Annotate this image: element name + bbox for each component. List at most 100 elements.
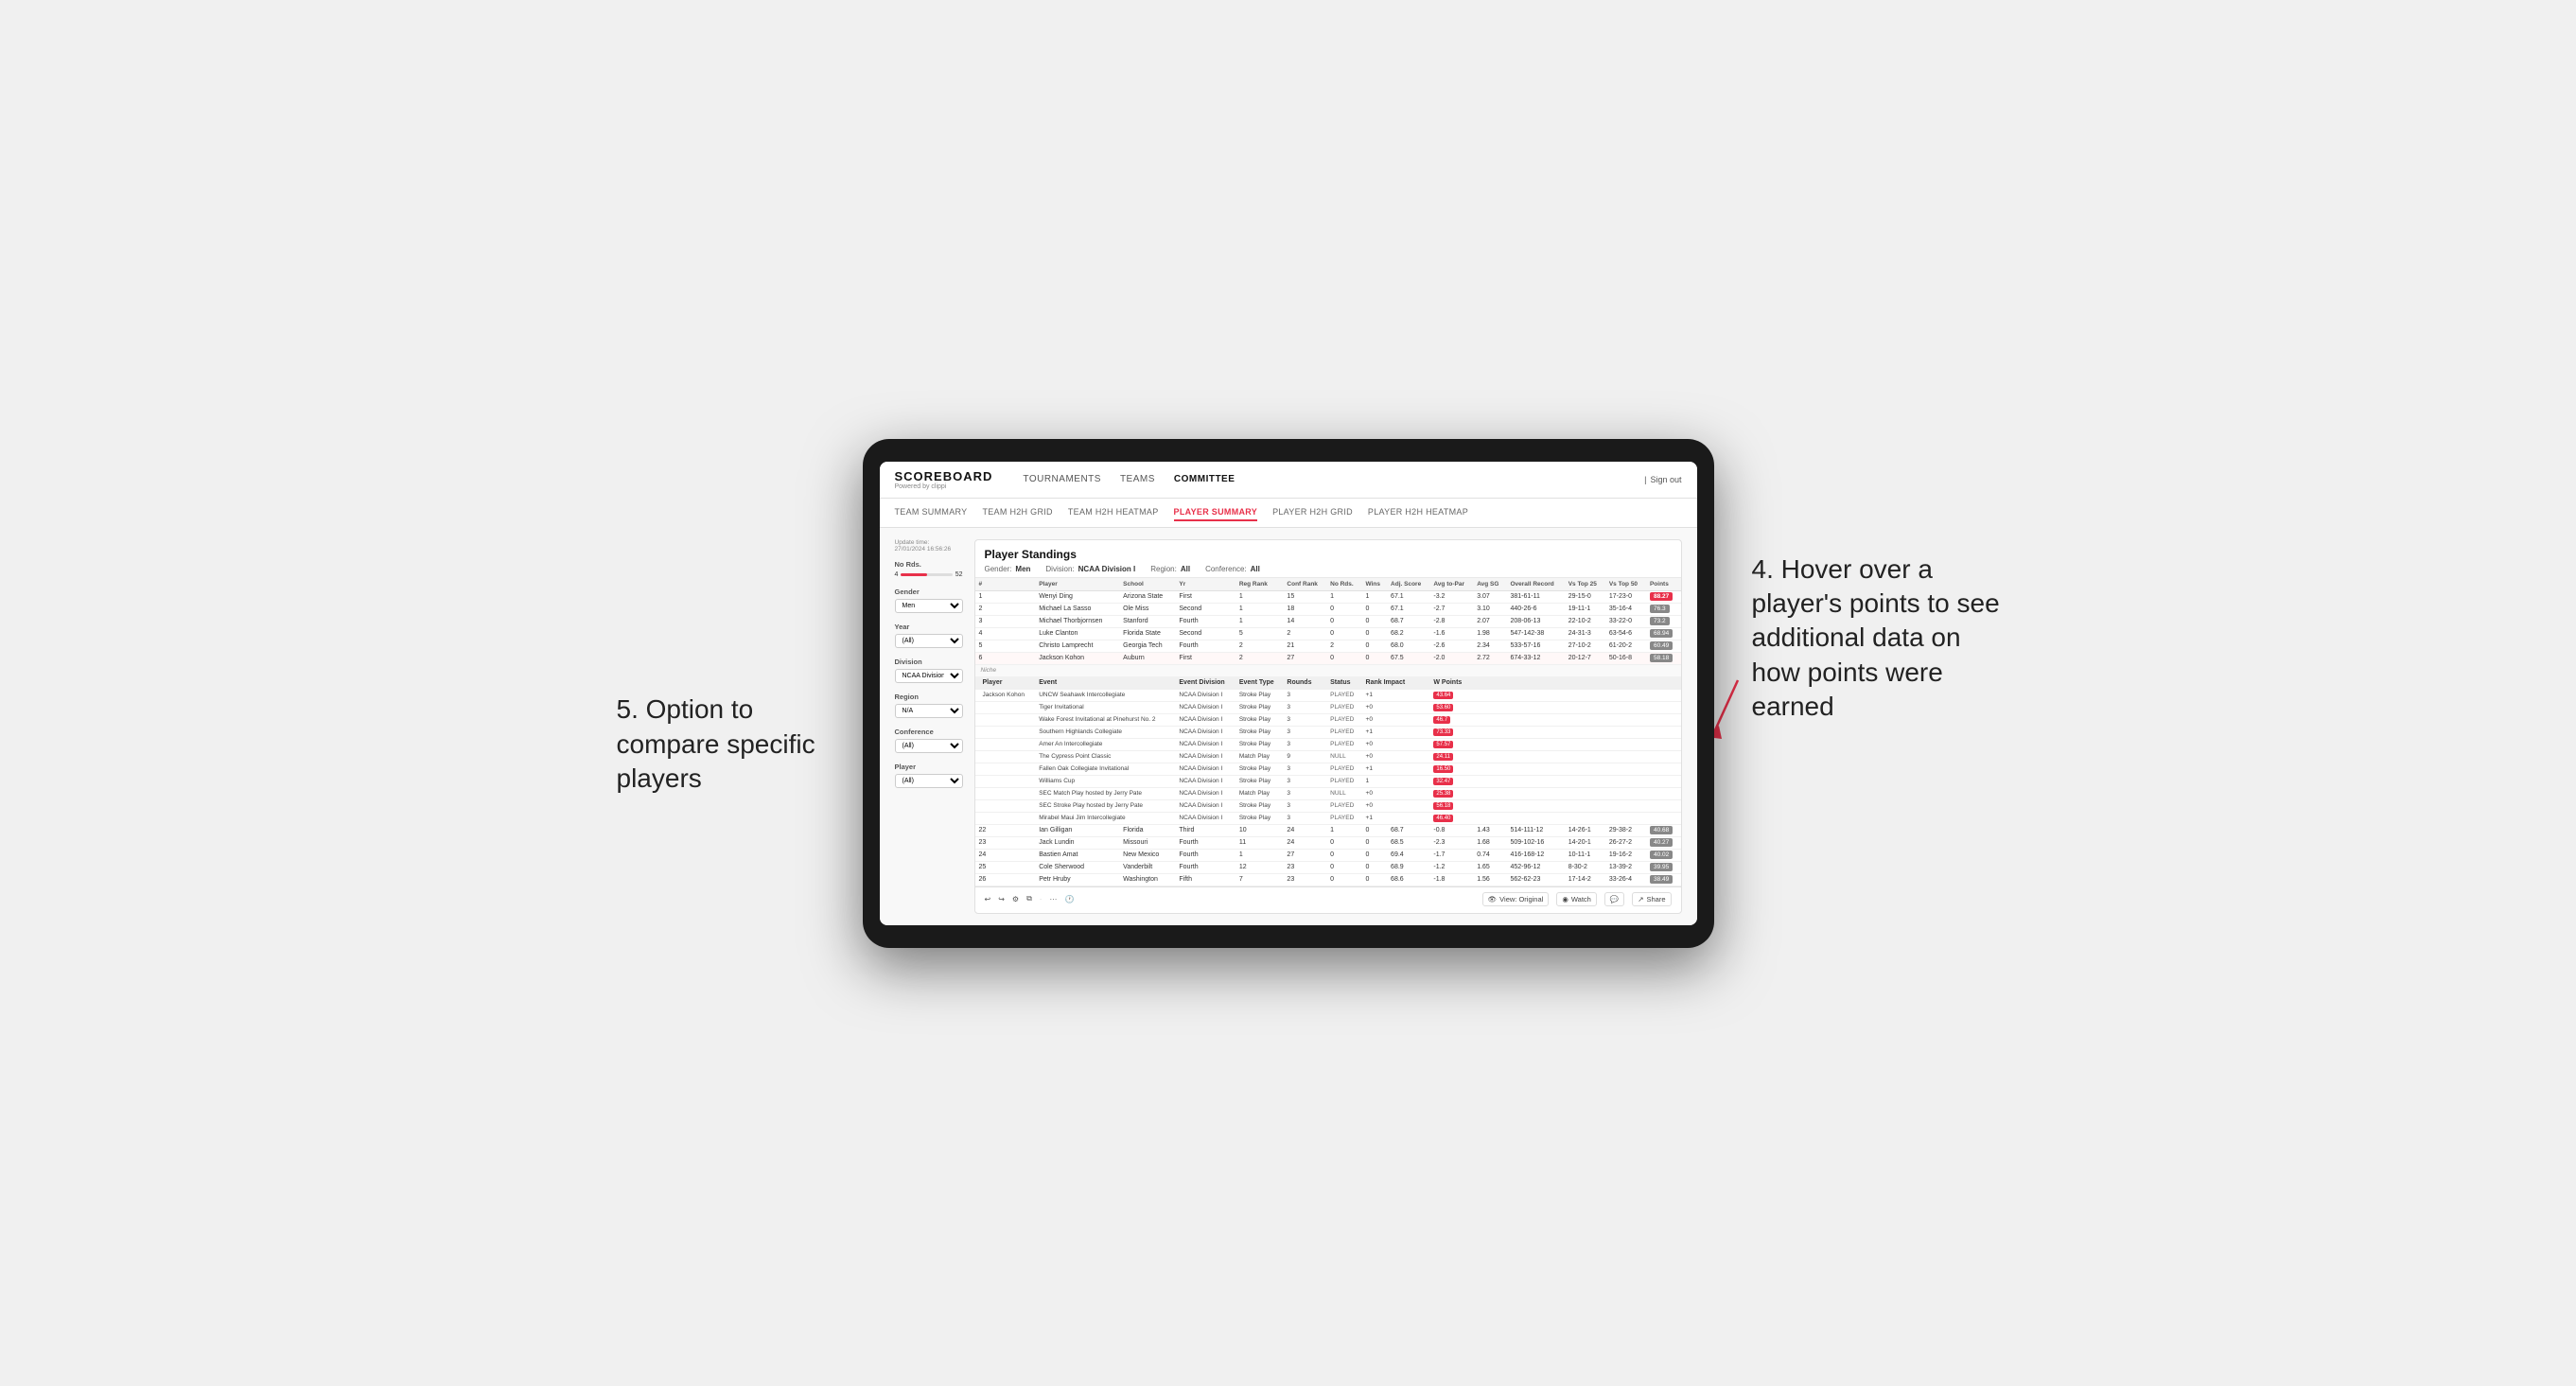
- gender-label: Gender: [895, 588, 963, 596]
- col-rank: #: [975, 578, 1036, 591]
- table-row: 23Jack LundinMissouriFourth 112400 68.5-…: [975, 836, 1681, 849]
- logo-sub: Powered by clippi: [895, 483, 993, 490]
- conf-rank-1: 15: [1283, 590, 1326, 603]
- sub-nav: TEAM SUMMARY TEAM H2H GRID TEAM H2H HEAT…: [880, 499, 1697, 528]
- nav-tournaments[interactable]: TOURNAMENTS: [1023, 472, 1101, 486]
- no-rds-label: No Rds.: [895, 560, 963, 569]
- standings-table: # Player School Yr Reg Rank Conf Rank No…: [975, 578, 1681, 886]
- annotation-bottom-left: 5. Option to compare specific players: [617, 693, 834, 796]
- reg-rank-1: 1: [1235, 590, 1284, 603]
- toolbar-copy[interactable]: ⧉: [1026, 894, 1032, 904]
- comment-icon: 💬: [1610, 895, 1619, 904]
- event-row: SEC Stroke Play hosted by Jerry Pate NCA…: [975, 799, 1681, 812]
- logo-title: SCOREBOARD: [895, 469, 993, 483]
- table-row: 26Petr HrubyWashingtonFifth 72300 68.6-1…: [975, 873, 1681, 886]
- filter-no-rds: No Rds. 4 52: [895, 560, 963, 578]
- nav-teams[interactable]: TEAMS: [1120, 472, 1155, 486]
- event-row: Mirabel Maui Jim Intercollegiate NCAA Di…: [975, 812, 1681, 824]
- event-row: Tiger Invitational NCAA Division I Strok…: [975, 701, 1681, 713]
- filter-gender: Gender Men: [895, 588, 963, 613]
- toolbar-redo[interactable]: ↪: [998, 895, 1005, 904]
- col-player: Player: [1035, 578, 1119, 591]
- yr-1: First: [1175, 590, 1235, 603]
- no-rds-min: 4: [895, 571, 899, 578]
- header-divider: |: [1644, 475, 1646, 484]
- event-row: Jackson Kohon UNCW Seahawk Intercollegia…: [975, 689, 1681, 701]
- eye-icon: 👁: [1488, 895, 1498, 904]
- gender-select[interactable]: Men: [895, 599, 963, 613]
- gender-filter-label: Gender:: [985, 565, 1012, 573]
- watch-icon: ◉: [1562, 895, 1568, 904]
- view-original-btn[interactable]: 👁 View: Original: [1482, 892, 1550, 906]
- sub-nav-team-h2h-grid[interactable]: TEAM H2H GRID: [982, 504, 1052, 521]
- col-adj-score: Adj. Score: [1387, 578, 1429, 591]
- gender-filter-value: Men: [1015, 565, 1030, 573]
- comment-btn[interactable]: 💬: [1604, 892, 1624, 906]
- year-label: Year: [895, 623, 963, 631]
- bottom-toolbar: ↩ ↪ ⚙ ⧉ · ··· 🕐 👁 View: Original: [975, 886, 1681, 911]
- conference-filter-label: Conference:: [1205, 565, 1247, 573]
- toolbar-clock[interactable]: 🕐: [1064, 895, 1074, 904]
- tablet-device: SCOREBOARD Powered by clippi TOURNAMENTS…: [863, 439, 1714, 948]
- event-row: The Cypress Point Classic NCAA Division …: [975, 750, 1681, 763]
- player-select[interactable]: (All): [895, 774, 963, 788]
- table-row: 4Luke ClantonFlorida StateSecond 5200 68…: [975, 627, 1681, 640]
- col-yr: Yr: [1175, 578, 1235, 591]
- sign-out-link[interactable]: Sign out: [1650, 475, 1681, 484]
- sub-nav-player-summary[interactable]: PLAYER SUMMARY: [1174, 504, 1258, 521]
- filter-player: Player (All): [895, 763, 963, 788]
- table-row: 2Michael La SassoOle MissSecond 11800 67…: [975, 603, 1681, 615]
- sub-nav-team-summary[interactable]: TEAM SUMMARY: [895, 504, 968, 521]
- toolbar-undo[interactable]: ↩: [985, 895, 991, 904]
- filters-panel: Update time: 27/01/2024 16:56:26 No Rds.…: [895, 539, 963, 914]
- col-overall: Overall Record: [1506, 578, 1564, 591]
- table-row: 22Ian GilliganFloridaThird 102410 68.7-0…: [975, 824, 1681, 836]
- division-select[interactable]: NCAA Division I: [895, 669, 963, 683]
- toolbar-settings[interactable]: ⚙: [1012, 895, 1019, 904]
- sub-nav-team-h2h-heatmap[interactable]: TEAM H2H HEATMAP: [1068, 504, 1159, 521]
- year-select[interactable]: (All): [895, 634, 963, 648]
- share-btn[interactable]: ↗ Share: [1632, 892, 1671, 906]
- division-label: Division: [895, 658, 963, 666]
- event-detail-header: Player Event Event Division Event Type R…: [975, 676, 1681, 689]
- table-row: 1 Wenyi Ding Arizona State First 1 15 1 …: [975, 590, 1681, 603]
- col-vs25: Vs Top 25: [1565, 578, 1605, 591]
- event-row: Williams Cup NCAA Division I Stroke Play…: [975, 775, 1681, 787]
- adj-score-1: 67.1: [1387, 590, 1429, 603]
- vs50-1: 17-23-0: [1605, 590, 1646, 603]
- share-label: Share: [1646, 895, 1665, 904]
- region-select[interactable]: N/A: [895, 704, 963, 718]
- watch-btn[interactable]: ◉ Watch: [1556, 892, 1597, 906]
- event-row: Wake Forest Invitational at Pinehurst No…: [975, 713, 1681, 726]
- avg-sg-1: 3.07: [1473, 590, 1506, 603]
- sub-nav-player-h2h-heatmap[interactable]: PLAYER H2H HEATMAP: [1368, 504, 1468, 521]
- sub-nav-player-h2h-grid[interactable]: PLAYER H2H GRID: [1272, 504, 1353, 521]
- points-1[interactable]: 88.27: [1646, 590, 1681, 603]
- nav-committee[interactable]: COMMITTEE: [1174, 472, 1235, 486]
- logo-area: SCOREBOARD Powered by clippi: [895, 469, 993, 490]
- toolbar-separator: ·: [1040, 895, 1043, 904]
- table-row-jackson: 6Jackson KohonAuburnFirst 22700 67.5-2.0…: [975, 652, 1681, 664]
- table-header-row: # Player School Yr Reg Rank Conf Rank No…: [975, 578, 1681, 591]
- standings-header: Player Standings Gender: Men Division: N…: [975, 540, 1681, 578]
- annotation-top-right: 4. Hover over a player's points to see a…: [1752, 553, 2017, 725]
- rank-1: 1: [975, 590, 1036, 603]
- col-no-rds: No Rds.: [1326, 578, 1361, 591]
- wins-1: 1: [1362, 590, 1388, 603]
- table-row: 5Christo LamprechtGeorgia TechFourth 221…: [975, 640, 1681, 652]
- toolbar-more[interactable]: ···: [1049, 895, 1057, 904]
- region-filter-value: All: [1181, 565, 1190, 573]
- conference-filter-value: All: [1251, 565, 1260, 573]
- table-row: 24Bastien AmatNew MexicoFourth 12700 69.…: [975, 849, 1681, 861]
- col-avg-sg: Avg SG: [1473, 578, 1506, 591]
- no-rds-slider[interactable]: [901, 573, 952, 576]
- conference-select[interactable]: (All): [895, 739, 963, 753]
- table-row: 25Cole SherwoodVanderbiltFourth 122300 6…: [975, 861, 1681, 873]
- table-row: 3Michael ThorbjornsenStanfordFourth 1140…: [975, 615, 1681, 627]
- table-row-misc: Niche: [975, 664, 1681, 676]
- event-row: Fallen Oak Collegiate Invitational NCAA …: [975, 763, 1681, 775]
- division-filter-value: NCAA Division I: [1078, 565, 1136, 573]
- main-content: Update time: 27/01/2024 16:56:26 No Rds.…: [880, 528, 1697, 925]
- watch-label: Watch: [1571, 895, 1591, 904]
- tablet-screen: SCOREBOARD Powered by clippi TOURNAMENTS…: [880, 462, 1697, 925]
